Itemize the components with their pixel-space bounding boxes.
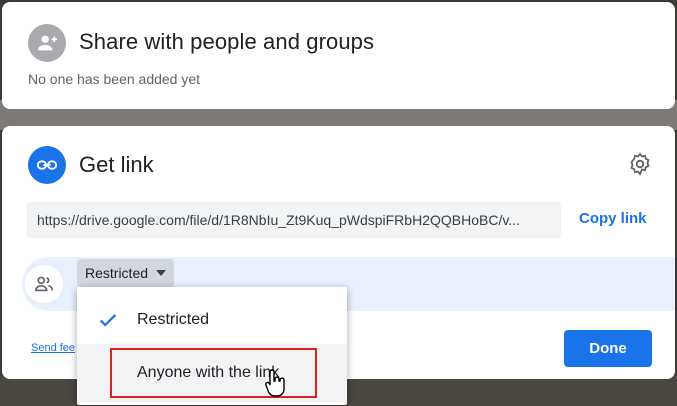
share-subtitle: No one has been added yet	[28, 71, 201, 87]
menu-item-label: Restricted	[137, 311, 210, 328]
people-icon	[25, 265, 63, 303]
link-icon	[28, 146, 66, 184]
gear-icon[interactable]	[627, 151, 653, 177]
share-with-people-panel[interactable]: Share with people and groups No one has …	[2, 2, 675, 109]
access-level-dropdown[interactable]: Restricted	[77, 259, 175, 287]
access-level-label: Restricted	[85, 265, 149, 281]
share-url-field[interactable]: https://drive.google.com/file/d/1R8NbIu_…	[27, 202, 561, 238]
share-url-text: https://drive.google.com/file/d/1R8NbIu_…	[37, 212, 520, 228]
check-icon	[99, 314, 117, 327]
get-link-title: Get link	[79, 152, 154, 177]
copy-link-button[interactable]: Copy link	[579, 210, 647, 227]
menu-item-restricted[interactable]: Restricted	[77, 291, 347, 349]
person-add-icon	[28, 24, 66, 62]
hand-cursor-icon	[265, 369, 285, 397]
done-button[interactable]: Done	[564, 330, 652, 367]
share-title: Share with people and groups	[79, 29, 375, 54]
send-feedback-link[interactable]: Send fee	[31, 342, 75, 354]
caret-down-icon	[156, 270, 167, 276]
